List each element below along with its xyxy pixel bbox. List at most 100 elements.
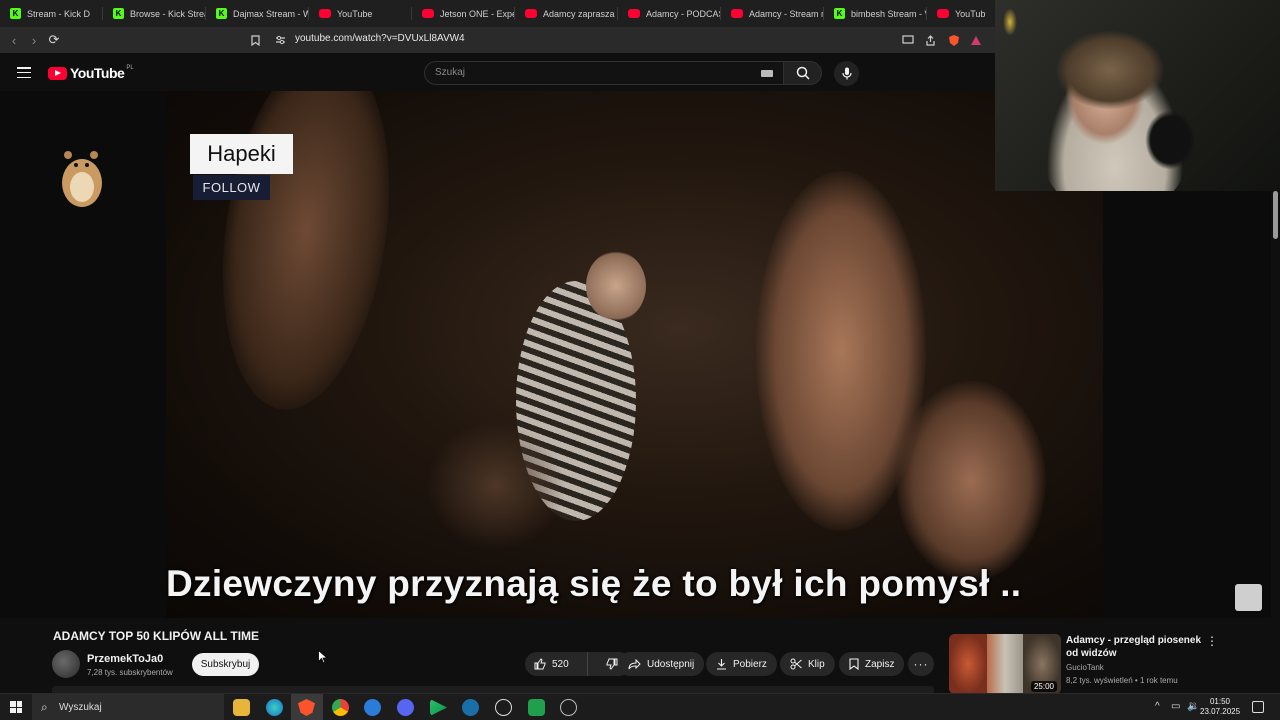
bookmark-save-icon: [849, 658, 859, 670]
head-shape: [586, 251, 646, 321]
like-button[interactable]: 520: [525, 652, 588, 676]
microphone-icon: [841, 67, 852, 80]
thumbs-up-icon: [534, 658, 546, 670]
wifi-icon[interactable]: ▭: [1171, 701, 1180, 712]
clip-button[interactable]: Klip: [780, 652, 835, 676]
thumbs-down-icon: [606, 658, 618, 670]
trophy-shape: [1003, 8, 1017, 36]
settings-app-icon[interactable]: [560, 699, 577, 716]
youtube-icon: [422, 9, 434, 18]
browser-tab[interactable]: K Browse - Kick Strea: [103, 0, 206, 27]
browser-tab[interactable]: K Dajmax Stream - W: [206, 0, 309, 27]
system-clock[interactable]: 01:50 23.07.2025: [1200, 697, 1240, 717]
media-player-icon[interactable]: [430, 699, 447, 716]
like-dislike-group: 520: [525, 652, 631, 676]
youtube-icon: [937, 9, 949, 18]
more-vertical-icon[interactable]: ⋮: [1206, 634, 1218, 648]
notification-center-icon[interactable]: [1252, 701, 1264, 713]
youtube-icon: [628, 9, 640, 18]
kick-icon: K: [10, 8, 21, 19]
obs-icon[interactable]: [495, 699, 512, 716]
browser-tab[interactable]: Adamcy - PODCAST: [618, 0, 721, 27]
youtube-icon: [731, 9, 743, 18]
shadow-shape: [426, 421, 566, 551]
search-button[interactable]: [784, 61, 822, 85]
browser-tab[interactable]: K Stream - Kick D: [0, 0, 103, 27]
video-title: ADAMCY TOP 50 KLIPÓW ALL TIME: [53, 629, 260, 643]
subscriber-count: 7,28 tys. subskrybentów: [87, 668, 173, 677]
scrollbar-thumb[interactable]: [1273, 191, 1278, 239]
recommended-title[interactable]: Adamcy - przegląd piosenek od widzów: [1066, 634, 1206, 660]
browser-tab[interactable]: Kbimbesh Stream - V: [824, 0, 927, 27]
mouse-cursor-icon: [318, 650, 327, 664]
download-icon: [717, 659, 726, 670]
file-explorer-icon[interactable]: [233, 699, 250, 716]
discord-icon[interactable]: [397, 699, 414, 716]
description-box[interactable]: [52, 686, 934, 693]
bookmark-icon[interactable]: [248, 33, 262, 47]
search-input[interactable]: Szukaj: [424, 61, 784, 85]
streamer-hair-shape: [1055, 30, 1165, 110]
youtube-header: YouTube PL Szukaj: [0, 53, 995, 91]
ccleaner-icon[interactable]: [364, 699, 381, 716]
chrome-icon[interactable]: [332, 699, 349, 716]
channel-name[interactable]: PrzemekToJa0: [87, 653, 163, 665]
share-arrow-icon: [628, 658, 641, 669]
recommended-channel[interactable]: GucioTank: [1066, 663, 1104, 672]
taskbar-search[interactable]: ⌕ Wyszukaj: [32, 694, 224, 720]
subscribe-button[interactable]: Subskrybuj: [192, 653, 259, 676]
cast-icon[interactable]: [901, 33, 915, 47]
youtube-icon: [525, 9, 537, 18]
browser-tab-active[interactable]: YouTube: [927, 0, 985, 27]
spreadsheet-app-icon[interactable]: [528, 699, 545, 716]
download-button[interactable]: Pobierz: [706, 652, 777, 676]
more-horizontal-icon: ···: [913, 657, 929, 671]
site-settings-icon[interactable]: [273, 33, 287, 47]
steam-icon[interactable]: [462, 699, 479, 716]
keyboard-icon[interactable]: [761, 70, 773, 77]
browser-tab[interactable]: YouTube: [309, 0, 412, 27]
browser-tab-strip: K Stream - Kick D K Browse - Kick Strea KD…: [0, 0, 995, 27]
brave-shield-icon[interactable]: [947, 33, 961, 47]
youtube-logo[interactable]: YouTube PL: [48, 65, 134, 81]
menu-icon[interactable]: [17, 67, 31, 78]
scissors-icon: [790, 658, 802, 670]
youtube-icon: [319, 9, 331, 18]
like-count: 520: [552, 658, 569, 670]
brave-rewards-icon[interactable]: [969, 33, 983, 47]
channel-avatar[interactable]: [52, 650, 80, 678]
taskbar: ⌕ Wyszukaj ^ ▭ 🔉 01:50 23.07.2025: [0, 693, 1280, 720]
url-field[interactable]: youtube.com/watch?v=DVUxLl8AVW4: [295, 33, 465, 44]
more-actions-button[interactable]: ···: [908, 652, 934, 676]
browser-tab[interactable]: Adamcy zaprasza n: [515, 0, 618, 27]
video-frame: [166, 91, 1103, 618]
forward-icon[interactable]: ›: [26, 32, 42, 48]
thumb-person-left: [949, 634, 987, 694]
person-shape: [896, 381, 1046, 581]
search-icon: [796, 66, 810, 80]
kick-icon: K: [216, 8, 227, 19]
volume-icon[interactable]: 🔉: [1187, 701, 1199, 712]
search-icon: ⌕: [41, 700, 48, 714]
video-subtitle: Dziewczyny przyznają się że to był ich p…: [166, 563, 1022, 604]
video-duration: 25:00: [1030, 681, 1057, 692]
tray-expand-icon[interactable]: ^: [1155, 701, 1160, 712]
microphone-shape: [1145, 110, 1195, 170]
streamer-name-overlay: Hapeki: [190, 134, 293, 174]
windows-start-icon[interactable]: [10, 701, 22, 713]
recommended-thumbnail[interactable]: 25:00: [949, 634, 1061, 694]
hamster-emote-icon: [62, 151, 102, 207]
edge-icon[interactable]: [266, 699, 283, 716]
reload-icon[interactable]: ⟳: [46, 32, 62, 48]
page-scrollbar[interactable]: [1271, 191, 1280, 691]
follow-overlay: FOLLOW: [193, 175, 270, 200]
save-button[interactable]: Zapisz: [839, 652, 905, 676]
address-bar-row: ‹ › ⟳ youtube.com/watch?v=DVUxLl8AVW4: [0, 27, 995, 53]
recommended-meta: 8,2 tys. wyświetleń • 1 rok temu: [1066, 676, 1178, 685]
voice-search-button[interactable]: [834, 61, 859, 86]
back-icon[interactable]: ‹: [6, 32, 22, 48]
share-button[interactable]: Udostępnij: [618, 652, 705, 676]
browser-tab[interactable]: Jetson ONE - Expe: [412, 0, 515, 27]
share-icon[interactable]: [923, 33, 937, 47]
browser-tab[interactable]: Adamcy - Stream n: [721, 0, 824, 27]
